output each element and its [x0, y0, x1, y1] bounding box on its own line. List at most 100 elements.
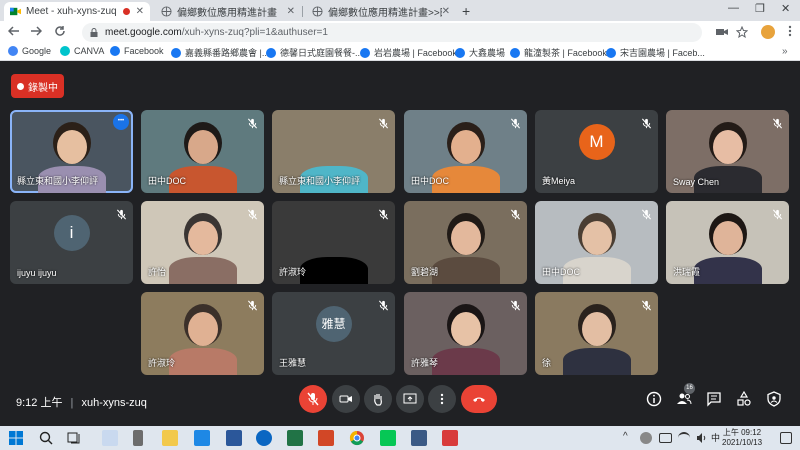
- address-bar[interactable]: meet.google.com/xuh-xyns-zuq?pli=1&authu…: [82, 23, 702, 42]
- minimize-button[interactable]: —: [728, 2, 739, 14]
- tab-project-doc[interactable]: 偏鄉數位應用精進計畫>>田中DOC ✕: [306, 2, 456, 21]
- tab-divider: [302, 6, 303, 17]
- raise-hand-button[interactable]: [364, 385, 392, 413]
- participant-tile[interactable]: 洪瑞霞: [666, 201, 789, 284]
- tab-close-icon[interactable]: ✕: [442, 6, 450, 17]
- participant-tile[interactable]: i ijuyu ijuyu: [10, 201, 133, 284]
- close-window-button[interactable]: ✕: [781, 2, 790, 15]
- people-tray-icon[interactable]: [640, 432, 652, 444]
- tab-meet[interactable]: Meet - xuh-xyns-zuq ✕: [4, 2, 150, 21]
- line-app-icon[interactable]: [380, 430, 396, 446]
- wifi-icon[interactable]: [678, 432, 690, 444]
- bookmark-fanlu[interactable]: 嘉義縣番路鄉農會 |...: [171, 46, 269, 59]
- chrome-icon[interactable]: [349, 430, 365, 446]
- activities-icon[interactable]: [736, 391, 752, 407]
- bookmark-songjiyuan[interactable]: 宋吉園農場 | Faceb...: [606, 46, 705, 59]
- tab-project[interactable]: 偏鄉數位應用精進計畫 ✕: [155, 2, 301, 21]
- bookmark-daxin[interactable]: 大鑫農場: [455, 46, 505, 59]
- battery-icon[interactable]: [659, 433, 672, 443]
- participant-tile[interactable]: ••• 縣立東和國小李仰評: [10, 110, 133, 193]
- camera-in-use-icon[interactable]: [716, 26, 728, 38]
- bookmarks-overflow-button[interactable]: »: [782, 46, 788, 57]
- bookmark-label: 岩岩農場 | Facebook: [374, 48, 457, 58]
- present-screen-button[interactable]: [396, 385, 424, 413]
- participant-tile[interactable]: 雅慧 王雅慧: [272, 292, 395, 375]
- meet-favicon-icon: [10, 7, 21, 16]
- participant-tile[interactable]: 許淑玲: [272, 201, 395, 284]
- leave-call-button[interactable]: [461, 385, 497, 413]
- notifications-icon[interactable]: [780, 432, 792, 444]
- teams-app-icon[interactable]: [256, 430, 272, 446]
- participant-tile[interactable]: 田中DOC: [404, 110, 527, 193]
- participant-avatar: 雅慧: [315, 305, 352, 342]
- task-view-icon[interactable]: [66, 430, 82, 446]
- participant-tile[interactable]: 縣立東和國小李仰評: [272, 110, 395, 193]
- tile-options-button[interactable]: •••: [113, 114, 129, 130]
- bookmark-longtong[interactable]: 龍潼製茶 | Facebook: [510, 46, 607, 59]
- bookmark-facebook[interactable]: Facebook: [110, 46, 164, 56]
- file-explorer-icon[interactable]: [162, 430, 178, 446]
- facebook-icon: [455, 47, 465, 58]
- participant-name: Sway Chen: [673, 177, 720, 187]
- forward-arrow-icon[interactable]: [30, 25, 42, 37]
- new-tab-button[interactable]: +: [462, 3, 470, 19]
- powerpoint-icon[interactable]: [318, 430, 334, 446]
- reload-icon[interactable]: [54, 25, 66, 37]
- mic-off-icon: [307, 392, 319, 406]
- host-controls-shield-icon[interactable]: [766, 391, 782, 407]
- participant-tile[interactable]: 徐: [535, 292, 658, 375]
- paint-app-icon[interactable]: [102, 430, 118, 446]
- participant-name: 黃Meiya: [542, 176, 576, 186]
- participant-name: 徐: [542, 358, 552, 368]
- ime-indicator[interactable]: 中: [711, 431, 720, 444]
- back-arrow-icon[interactable]: [8, 25, 20, 37]
- meeting-details-icon[interactable]: [646, 391, 662, 407]
- participant-name: 許雅琴: [411, 358, 439, 368]
- participant-video: [535, 292, 658, 375]
- participant-tile[interactable]: 許雅琴: [404, 292, 527, 375]
- facebook-icon: [606, 47, 616, 58]
- bookmark-canva[interactable]: CANVA: [60, 46, 104, 56]
- bookmark-star-icon[interactable]: [736, 26, 748, 38]
- participant-tile[interactable]: 田中DOC: [141, 110, 264, 193]
- tab-close-icon[interactable]: ✕: [287, 6, 295, 17]
- screen-recorder-icon[interactable]: [442, 430, 458, 446]
- facebook-icon: [510, 47, 520, 58]
- app-icon[interactable]: [411, 430, 427, 446]
- chat-icon[interactable]: [706, 391, 722, 407]
- participant-tile[interactable]: Sway Chen: [666, 110, 789, 193]
- bookmark-google[interactable]: Google: [8, 46, 51, 56]
- mic-toggle-button[interactable]: [299, 385, 327, 413]
- participant-tile[interactable]: M 黃Meiya: [535, 110, 658, 193]
- tab-close-icon[interactable]: ✕: [136, 6, 144, 17]
- camera-toggle-button[interactable]: [332, 385, 360, 413]
- participant-tile[interactable]: 許淑玲: [141, 292, 264, 375]
- browser-menu-icon[interactable]: [784, 24, 796, 38]
- word-icon[interactable]: [226, 430, 242, 446]
- mic-off-icon: [247, 116, 258, 129]
- participant-tile[interactable]: 許怡: [141, 201, 264, 284]
- participant-tile[interactable]: 劉碧湖: [404, 201, 527, 284]
- usb-drive-icon[interactable]: [133, 430, 143, 446]
- bookmark-dexin[interactable]: 德馨日式庭園餐餐-...: [266, 46, 363, 59]
- mic-off-icon: [247, 298, 258, 311]
- participant-tile[interactable]: 田中DOC: [535, 201, 658, 284]
- meet-main: 錄製中 ••• 縣立東和國小李仰評 田中DOC 縣立東和國小李仰評 田中DOC M 黃Mei…: [0, 61, 800, 426]
- mic-off-icon: [772, 116, 783, 129]
- facebook-icon: [360, 47, 370, 58]
- excel-icon[interactable]: [287, 430, 303, 446]
- mic-off-icon: [510, 298, 521, 311]
- volume-icon[interactable]: [696, 432, 708, 444]
- maximize-button[interactable]: ❐: [755, 2, 765, 15]
- calendar-app-icon[interactable]: [194, 430, 210, 446]
- profile-avatar[interactable]: [761, 25, 775, 39]
- participant-avatar: M: [578, 123, 615, 160]
- participant-name: 許淑玲: [148, 358, 176, 368]
- more-options-button[interactable]: [428, 385, 456, 413]
- tray-chevron-icon[interactable]: ^: [623, 431, 628, 442]
- url-host: meet.google.com: [105, 27, 182, 38]
- bookmark-yanyan[interactable]: 岩岩農場 | Facebook: [360, 46, 457, 59]
- search-icon[interactable]: [38, 430, 54, 446]
- windows-start-icon[interactable]: [8, 430, 24, 446]
- system-clock[interactable]: 上午 09:12 2021/10/13: [722, 428, 762, 448]
